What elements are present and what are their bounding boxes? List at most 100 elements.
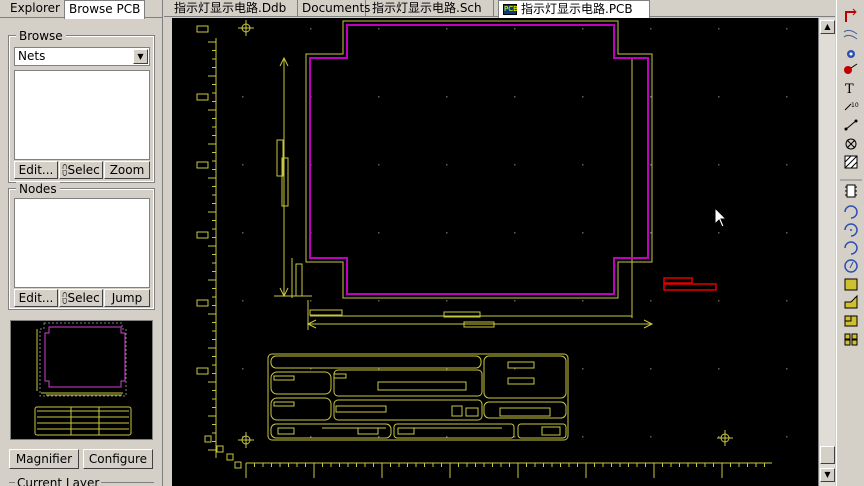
wire-icon[interactable]: [843, 29, 858, 40]
grid-dot: [378, 436, 380, 438]
protel-pcb-editor: Explorer Browse PCB Browse Nets ▼ Edit..…: [0, 0, 864, 486]
grid-dot: [446, 28, 448, 30]
minimap-drawing: [34, 322, 132, 436]
nodes-buttons: Edit... ⩉Selec Jump: [14, 289, 150, 307]
browse-zoom-button[interactable]: Zoom: [104, 161, 150, 179]
component-area: [267, 353, 569, 441]
grid-dot: [650, 164, 652, 166]
browse-select-button[interactable]: ⩉Selec: [59, 161, 103, 179]
grid-dot: [650, 300, 652, 302]
grid-dot: [378, 96, 380, 98]
board-minimap[interactable]: [10, 320, 153, 440]
polygon-icon[interactable]: [844, 155, 858, 169]
arc-edge-icon[interactable]: [844, 223, 858, 237]
magnifier-button[interactable]: Magnifier: [9, 449, 79, 469]
array-icon[interactable]: [844, 333, 858, 346]
tab-schematic[interactable]: 指示灯显示电路.Sch: [368, 0, 494, 17]
text-icon[interactable]: T: [845, 82, 854, 97]
vertical-scrollbar[interactable]: ▲ ▼: [818, 18, 835, 486]
tab-pcb-label: 指示灯显示电路.PCB: [521, 2, 633, 16]
fill-icon[interactable]: [844, 278, 858, 291]
grid-dot: [242, 368, 244, 370]
grid-dot: [650, 368, 652, 370]
split-plane-icon[interactable]: [844, 294, 858, 309]
grid-dot: [514, 300, 516, 302]
grid-dot: [650, 28, 652, 30]
grid-dot: [310, 300, 312, 302]
nodes-list[interactable]: [14, 198, 150, 288]
pad-icon[interactable]: [844, 63, 858, 74]
grid-dot: [310, 28, 312, 30]
tab-documents[interactable]: Documents: [298, 0, 370, 17]
grid-dot: [446, 96, 448, 98]
nodes-select-button-label: Selec: [67, 291, 100, 305]
browse-select-value: Nets: [18, 49, 46, 63]
room-icon[interactable]: [844, 315, 858, 327]
minimap-view-rect: [39, 322, 127, 397]
via-icon[interactable]: [847, 50, 855, 58]
grid-dot: [242, 164, 244, 166]
document-tabs: 指示灯显示电路.Ddb Documents 指示灯显示电路.Sch PCB 指示…: [164, 0, 835, 18]
dropdown-arrow-icon[interactable]: ▼: [133, 49, 148, 64]
configure-button[interactable]: Configure: [83, 449, 153, 469]
tab-explorer[interactable]: Explorer: [6, 0, 64, 18]
grid-dot: [582, 436, 584, 438]
grid-dot: [242, 300, 244, 302]
tab-browse-pcb[interactable]: Browse PCB: [64, 0, 146, 19]
grid-dot: [582, 164, 584, 166]
nets-list[interactable]: [14, 70, 150, 160]
browse-edit-button[interactable]: Edit...: [14, 161, 58, 179]
scroll-thumb[interactable]: [820, 446, 835, 464]
grid-dot: [718, 436, 720, 438]
browse-type-select[interactable]: Nets ▼: [14, 47, 150, 66]
arc-any-icon[interactable]: [844, 241, 858, 255]
design-manager-panel: Explorer Browse PCB Browse Nets ▼ Edit..…: [0, 0, 163, 486]
bottom-ruler: [245, 462, 772, 478]
grid-dot: [514, 164, 516, 166]
minimap-board-outline: [44, 326, 126, 388]
grid-dot: [786, 232, 788, 234]
grid-dot: [718, 300, 720, 302]
svg-text:10: 10: [851, 102, 859, 109]
grid-dot: [582, 28, 584, 30]
grid-dot: [582, 300, 584, 302]
full-circle-icon[interactable]: [844, 259, 858, 273]
nodes-select-button[interactable]: ⩉Selec: [59, 289, 103, 307]
tab-pcb[interactable]: PCB 指示灯显示电路.PCB: [498, 0, 650, 18]
placement-toolbar: T 10: [836, 0, 864, 486]
track-icon[interactable]: [845, 8, 857, 22]
browse-select-button-label: Selec: [67, 163, 100, 177]
grid-dot: [446, 232, 448, 234]
current-layer-label: Current Layer: [15, 476, 102, 486]
grid-dot: [446, 164, 448, 166]
origin-marker-bottom-left: [238, 432, 254, 448]
grid-dot: [718, 28, 720, 30]
svg-text:T: T: [845, 82, 854, 97]
pcb-document-icon: PCB: [503, 4, 518, 15]
scroll-down-arrow-icon[interactable]: ▼: [820, 468, 835, 482]
mouse-cursor-icon: [714, 206, 728, 228]
grid-dot: [378, 164, 380, 166]
grid-dot: [446, 436, 448, 438]
dimension-icon[interactable]: [844, 119, 858, 131]
pcb-canvas[interactable]: [172, 18, 818, 486]
component-icon[interactable]: [845, 184, 857, 198]
nodes-edit-button[interactable]: Edit...: [14, 289, 58, 307]
grid-dot: [378, 232, 380, 234]
grid-dot: [378, 28, 380, 30]
grid-dots: [242, 28, 788, 438]
scroll-up-arrow-icon[interactable]: ▲: [820, 20, 835, 34]
nodes-jump-button[interactable]: Jump: [104, 289, 150, 307]
grid-dot: [650, 232, 652, 234]
grid-dot: [310, 436, 312, 438]
dimension-lines: [274, 56, 654, 330]
grid-dot: [786, 368, 788, 370]
keepout-icon[interactable]: [845, 138, 857, 150]
grid-dot: [242, 232, 244, 234]
tab-ddb[interactable]: 指示灯显示电路.Ddb: [170, 0, 298, 17]
arc-center-icon[interactable]: [844, 205, 858, 219]
browse-group: Browse Nets ▼ Edit... ⩉Selec Zoom: [8, 29, 155, 183]
selected-item[interactable]: [663, 277, 717, 291]
coordinate-icon[interactable]: 10: [844, 102, 859, 111]
browse-group-label: Browse: [16, 29, 66, 43]
